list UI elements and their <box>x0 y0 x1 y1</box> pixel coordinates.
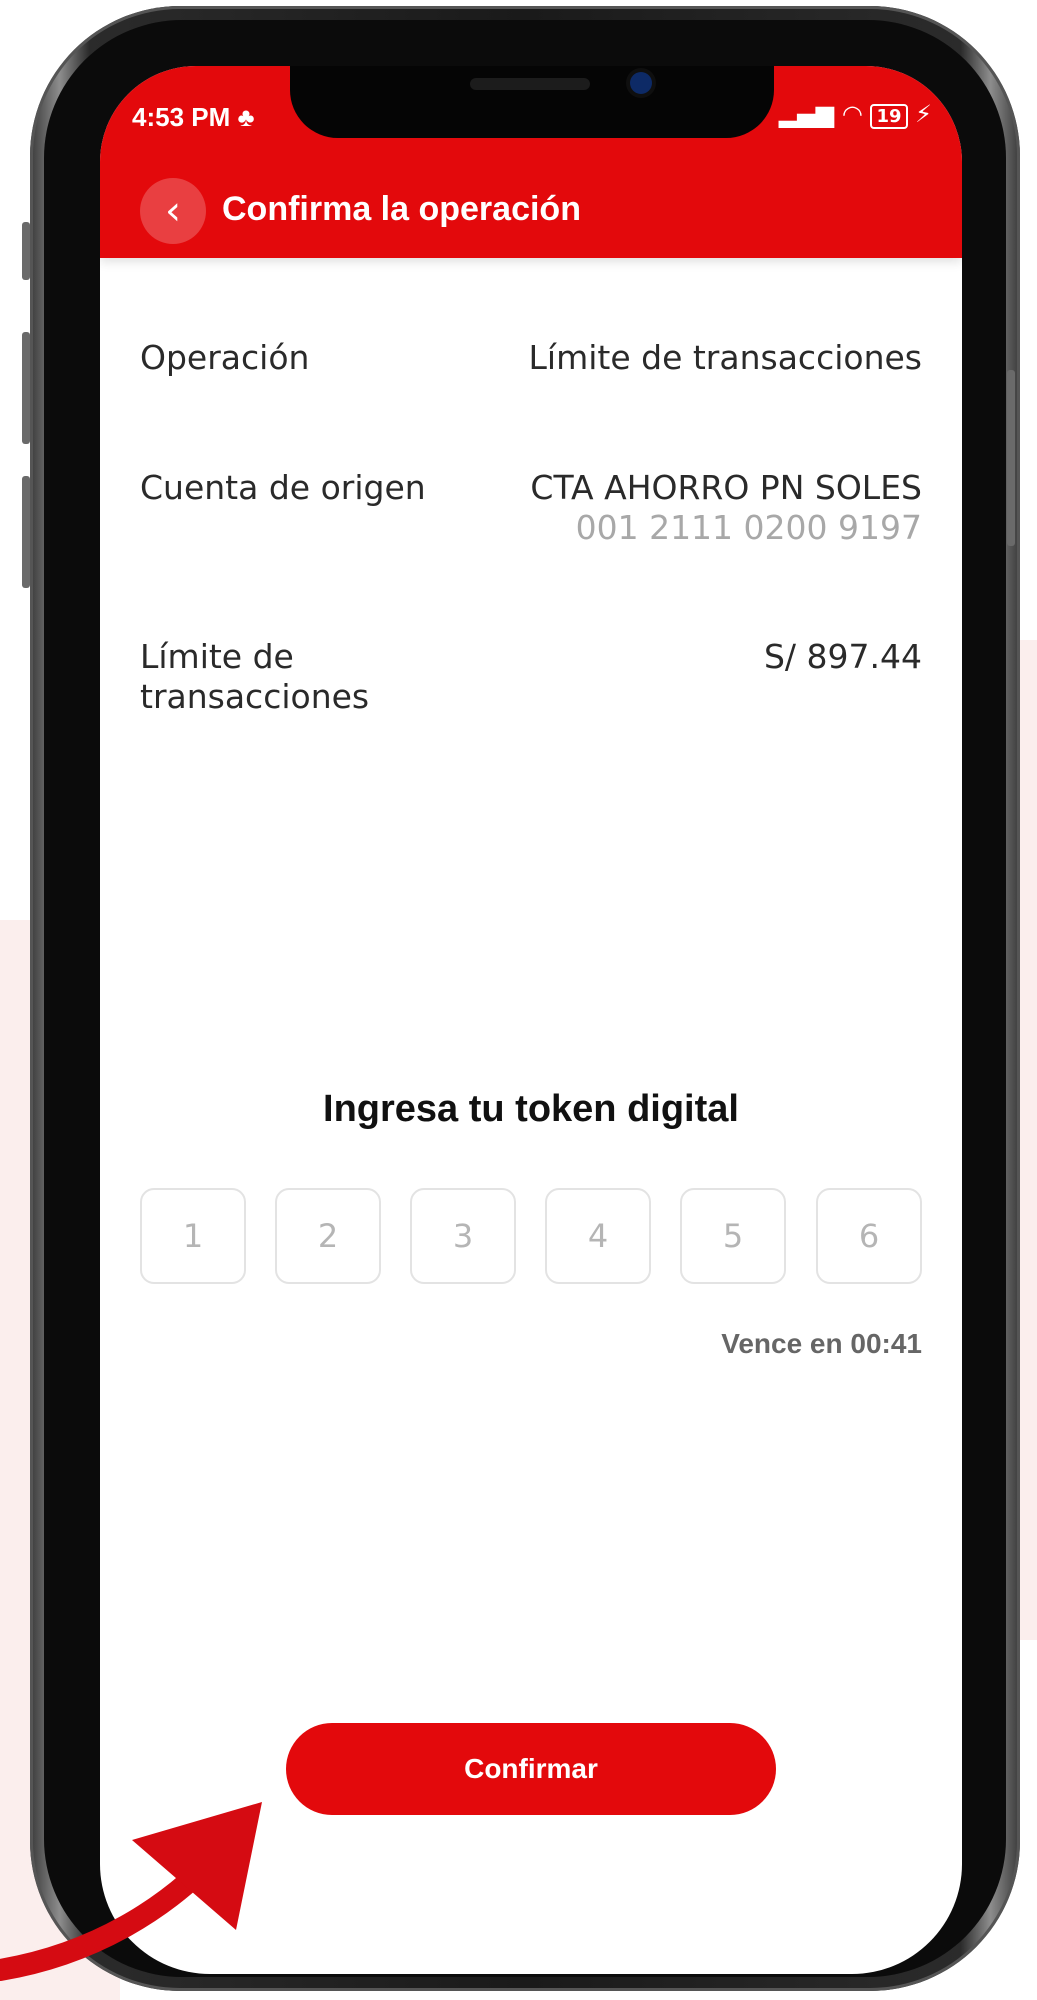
power-button <box>1007 370 1015 546</box>
account-name: CTA AHORRO PN SOLES <box>530 468 922 507</box>
limit-label-line1: Límite de <box>140 637 294 676</box>
detail-row-operation: Operación Límite de transacciones <box>140 338 922 388</box>
chevron-left-icon: ‹ <box>165 188 181 234</box>
status-icons: ▂▄▆ ◠ 19 ⚡ <box>779 100 932 129</box>
token-digit-5[interactable]: 5 <box>680 1188 786 1284</box>
status-time-text: 4:53 PM <box>132 102 231 132</box>
status-time: 4:53 PM ♣ <box>132 102 255 133</box>
confirm-button[interactable]: Confirmar <box>286 1723 776 1815</box>
operation-label: Operación <box>140 338 310 377</box>
battery-icon: 19 <box>870 104 908 129</box>
front-camera <box>630 72 652 94</box>
speaker-grille <box>470 78 590 90</box>
token-expiry: Vence en 00:41 <box>721 1328 922 1359</box>
operation-value: Límite de transacciones <box>528 338 922 377</box>
account-value: CTA AHORRO PN SOLES 001 2111 0200 9197 <box>530 468 922 548</box>
app-screen: 4:53 PM ♣ ▂▄▆ ◠ 19 ⚡ ‹ Confirma la opera… <box>100 66 962 1974</box>
token-digit-3[interactable]: 3 <box>410 1188 516 1284</box>
limit-value: S/ 897.44 <box>763 637 922 676</box>
mute-switch <box>22 222 30 280</box>
account-number: 001 2111 0200 9197 <box>575 508 922 547</box>
back-button[interactable]: ‹ <box>140 178 206 244</box>
token-title: Ingresa tu token digital <box>323 1088 739 1130</box>
incognito-icon: ♣ <box>237 102 255 132</box>
phone-notch <box>290 66 774 138</box>
red-arrow-icon <box>0 1802 262 1981</box>
wifi-icon: ◠ <box>841 100 863 128</box>
limit-label: Límite de transacciones <box>140 637 369 717</box>
detail-row-account: Cuenta de origen CTA AHORRO PN SOLES 001… <box>140 468 922 558</box>
page-title: Confirma la operación <box>222 190 581 228</box>
account-label: Cuenta de origen <box>140 468 426 507</box>
token-digit-4[interactable]: 4 <box>545 1188 651 1284</box>
token-digit-6[interactable]: 6 <box>816 1188 922 1284</box>
detail-row-limit: Límite de transacciones S/ 897.44 <box>140 637 922 727</box>
token-digit-2[interactable]: 2 <box>275 1188 381 1284</box>
charging-icon: ⚡ <box>915 100 932 128</box>
token-digit-1[interactable]: 1 <box>140 1188 246 1284</box>
signal-icon: ▂▄▆ <box>778 100 835 128</box>
volume-down-button <box>22 476 30 588</box>
limit-label-line2: transacciones <box>140 677 370 716</box>
volume-up-button <box>22 332 30 444</box>
